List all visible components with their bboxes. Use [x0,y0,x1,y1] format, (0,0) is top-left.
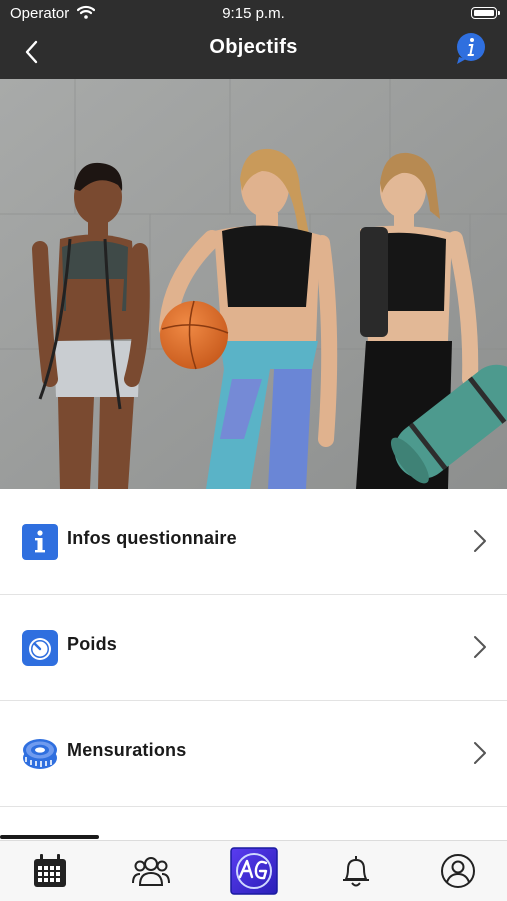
tab-bar [0,840,507,901]
menu-item-label: Mensurations [67,740,187,760]
battery-icon [471,7,500,19]
group-icon[interactable] [131,851,171,891]
status-bar: Operator 9:15 p.m. [0,0,507,28]
bell-icon[interactable] [336,851,376,891]
chevron-right-icon [474,636,486,658]
info-button[interactable] [455,32,487,66]
scroll-indicator [0,835,99,839]
chevron-right-icon [474,530,486,552]
menu-item-infos-questionnaire[interactable]: Infos questionnaire [0,489,507,595]
page-title: Objectifs [209,36,298,58]
measuring-tape-icon [23,739,57,769]
menu-item-mensurations[interactable]: Mensurations [0,701,507,807]
menu-item-label: Infos questionnaire [67,528,237,548]
menu-item-label: Poids [67,634,118,654]
scale-icon [22,630,58,666]
chevron-right-icon [474,742,486,764]
hero-photo [0,79,507,489]
menu-item-poids[interactable]: Poids [0,595,507,701]
clock: 9:15 p.m. [222,5,285,22]
calendar-icon[interactable] [30,851,70,891]
top-bar: Operator 9:15 p.m. Objectifs [0,0,507,79]
app-logo-icon[interactable] [230,847,278,895]
profile-icon[interactable] [438,851,478,891]
navigation-bar: Objectifs [0,28,507,79]
info-square-icon [22,524,58,560]
